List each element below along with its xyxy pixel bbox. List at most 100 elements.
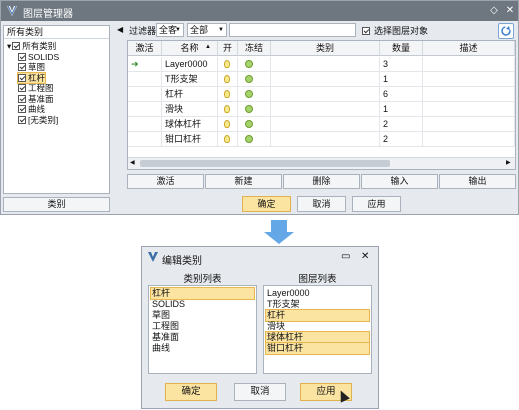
table-cell [218, 72, 238, 87]
scrollbar-thumb[interactable] [140, 160, 390, 167]
close-icon[interactable]: ✕ [361, 251, 369, 262]
tree-item-checkbox[interactable] [18, 105, 26, 113]
list-item[interactable]: 草图 [151, 310, 254, 321]
select-layer-objects-checkbox[interactable] [362, 27, 370, 35]
type-dropdown[interactable]: 全部 ▼ [187, 23, 227, 37]
type-dropdown-value: 全部 [190, 25, 209, 35]
list-item[interactable]: T形支架 [266, 299, 369, 310]
restore-icon[interactable]: ◇ [487, 4, 501, 18]
list-item[interactable]: 球体杠杆 [265, 331, 370, 344]
close-icon[interactable]: ✕ [503, 4, 517, 18]
tree-item[interactable]: 草图 [18, 62, 45, 73]
frozen-dot-icon[interactable] [245, 75, 253, 83]
list-item[interactable]: 滑块 [266, 321, 369, 332]
bulb-icon[interactable] [224, 75, 230, 83]
table-cell [271, 117, 380, 132]
import-button[interactable]: 输入 [361, 174, 438, 189]
list-item[interactable]: 曲线 [151, 343, 254, 354]
table-cell [218, 57, 238, 72]
activate-button[interactable]: 激活 [127, 174, 204, 189]
bulb-icon[interactable] [224, 120, 230, 128]
tree-item[interactable]: 杠杆 [16, 71, 47, 84]
tree-item[interactable]: ▾ 所有类别 [7, 41, 56, 52]
tree-item-label: [无类别] [28, 114, 59, 125]
cancel-button[interactable]: 取消 [297, 196, 346, 212]
bulb-icon[interactable] [224, 60, 230, 68]
scroll-left-icon[interactable]: ◀ [130, 159, 135, 166]
scope-dropdown[interactable]: 全客 ▼ [156, 23, 184, 37]
tree-item[interactable]: [无类别] [18, 115, 58, 126]
dialog-ok-button[interactable]: 确定 [165, 383, 217, 401]
tree-item-checkbox[interactable] [18, 94, 26, 103]
table-cell [271, 132, 380, 147]
table-cell [423, 102, 515, 117]
frozen-dot-icon[interactable] [245, 105, 253, 113]
dialog-title: 编辑类别 [162, 256, 202, 267]
table-cell [238, 87, 271, 102]
refresh-button[interactable] [498, 23, 514, 39]
table-cell [128, 87, 162, 102]
list-item[interactable]: Layer0000 [266, 288, 369, 299]
delete-button[interactable]: 删除 [283, 174, 360, 189]
layer-name[interactable]: 钳口杠杆 [162, 132, 218, 147]
frozen-dot-icon[interactable] [245, 60, 253, 68]
column-header[interactable]: 激活 [128, 41, 162, 56]
refresh-icon [501, 26, 511, 36]
new-button[interactable]: 新建 [205, 174, 282, 189]
list-item[interactable]: 基准面 [151, 332, 254, 343]
column-header[interactable]: 类别 [271, 41, 380, 56]
bulb-icon[interactable] [224, 105, 230, 113]
layer-count: 1 [380, 102, 423, 117]
list-item[interactable]: 杠杆 [265, 309, 370, 322]
column-header[interactable]: 数量 [380, 41, 423, 56]
frozen-dot-icon[interactable] [245, 120, 253, 128]
tree-item-checkbox[interactable] [18, 52, 26, 61]
list-item[interactable]: 钳口杠杆 [265, 342, 370, 355]
filter-input[interactable] [229, 23, 356, 37]
tree-item-checkbox[interactable] [18, 73, 26, 82]
layer-name[interactable]: T形支架 [162, 72, 218, 87]
collapse-arrow-icon[interactable]: ◀ [117, 25, 123, 34]
column-header[interactable]: 开 [218, 41, 238, 56]
horizontal-scrollbar[interactable]: ◀ ▶ [128, 157, 515, 169]
restore-icon[interactable]: ▭ [341, 251, 350, 262]
bulb-icon[interactable] [224, 90, 230, 98]
layer-name[interactable]: 滑块 [162, 102, 218, 117]
category-button[interactable]: 类别 [3, 197, 110, 212]
dialog-cancel-button[interactable]: 取消 [234, 383, 286, 401]
apply-button[interactable]: 应用 [352, 196, 401, 212]
list-item[interactable]: 工程图 [151, 321, 254, 332]
layer-name[interactable]: 杠杆 [162, 87, 218, 102]
layer-list[interactable]: Layer0000 T形支架 杠杆 滑块 球体杠杆 钳口杠杆 [263, 285, 372, 374]
table-cell [423, 117, 515, 132]
table-cell [218, 117, 238, 132]
layer-name[interactable]: 球体杠杆 [162, 117, 218, 132]
tree-item-checkbox[interactable] [18, 115, 26, 124]
tree-item-checkbox[interactable] [18, 84, 26, 92]
tree-item[interactable]: 基准面 [18, 94, 54, 105]
column-header[interactable]: 描述 [423, 41, 515, 56]
tree-item[interactable]: 曲线 [18, 104, 45, 115]
layer-name[interactable]: Layer0000 [162, 57, 218, 72]
ok-button[interactable]: 确定 [242, 196, 291, 212]
table-cell [238, 117, 271, 132]
category-list[interactable]: 杠杆 SOLIDS 草图 工程图 基准面 曲线 [148, 285, 257, 374]
bulb-icon[interactable] [224, 135, 230, 143]
export-button[interactable]: 输出 [439, 174, 516, 189]
column-header[interactable]: 冻结 [238, 41, 271, 56]
frozen-dot-icon[interactable] [245, 135, 253, 143]
frozen-dot-icon[interactable] [245, 90, 253, 98]
tree-item[interactable]: 工程图 [18, 83, 54, 94]
tree-item-label: 杠杆 [28, 72, 46, 83]
tree-item-checkbox[interactable] [12, 42, 21, 50]
tree-item-checkbox[interactable] [18, 63, 26, 71]
expand-icon[interactable]: ▾ [7, 41, 11, 51]
table-cell [238, 132, 271, 147]
table-cell [238, 102, 271, 117]
list-item[interactable]: SOLIDS [151, 299, 254, 310]
table-cell [218, 132, 238, 147]
tree-item-label: SOLIDS [28, 51, 60, 62]
scroll-right-icon[interactable]: ▶ [506, 159, 511, 166]
tree-item[interactable]: SOLIDS [18, 52, 59, 63]
list-item[interactable]: 杠杆 [150, 287, 255, 300]
